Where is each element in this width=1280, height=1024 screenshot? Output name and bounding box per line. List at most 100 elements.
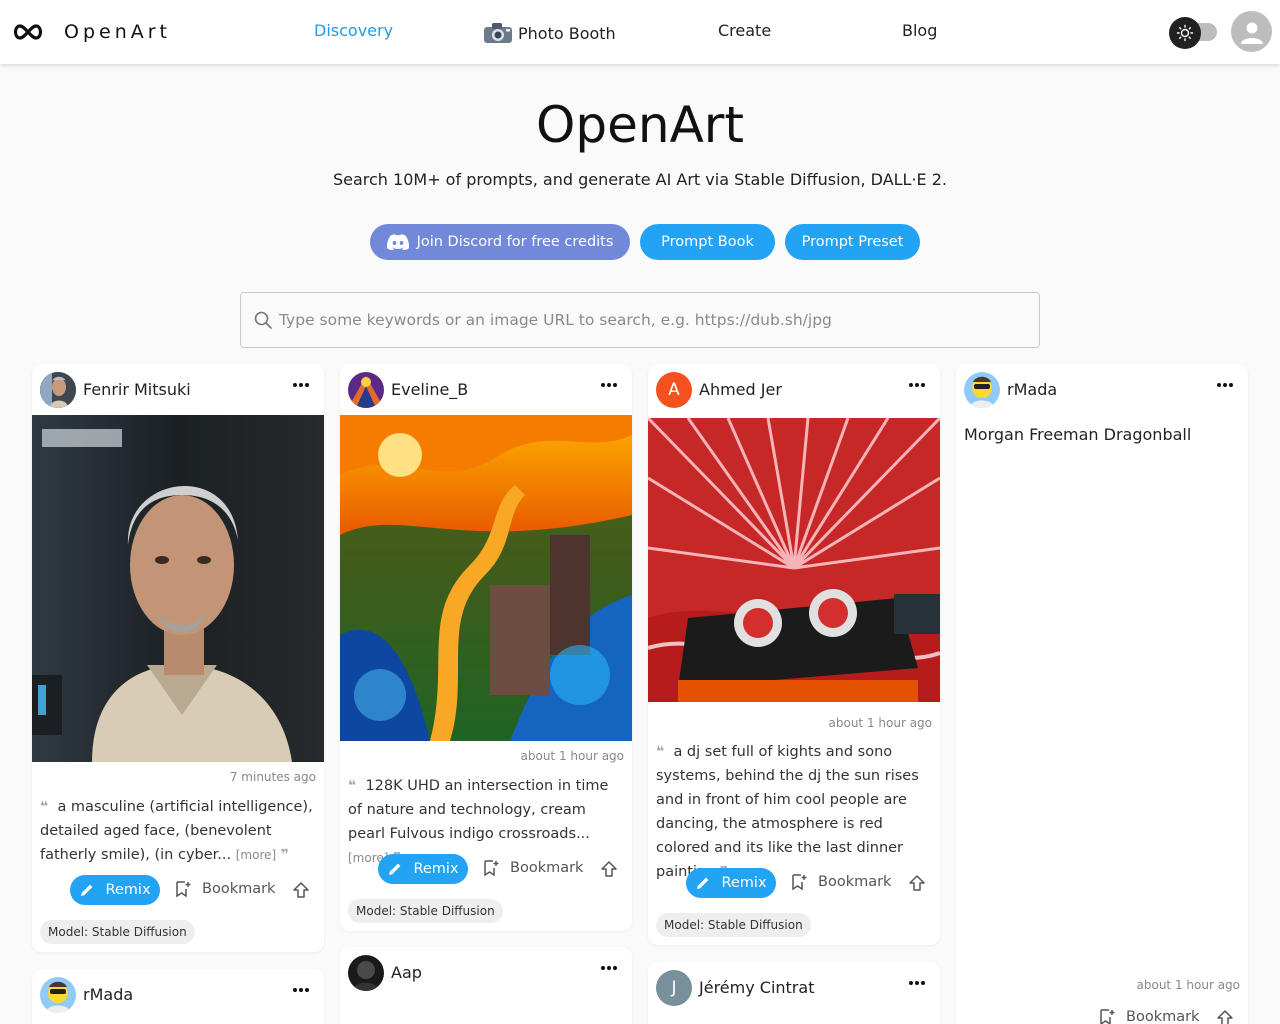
timestamp: about 1 hour ago [828,716,933,730]
model-chip[interactable]: Model: Stable Diffusion [348,899,503,923]
avatar[interactable] [348,955,384,991]
bookmark-add-icon [484,860,499,877]
card-username[interactable]: Fenrir Mitsuki [83,380,191,399]
more-options-icon[interactable] [292,380,310,390]
user-icon [1240,22,1263,44]
nav-photo-booth-label: Photo Booth [518,23,616,43]
search-box[interactable] [240,292,1040,348]
card-username[interactable]: rMada [1007,380,1057,399]
pencil-icon [389,863,401,875]
sun-icon [1176,24,1194,42]
model-chip[interactable]: Model: Stable Diffusion [656,913,811,937]
avatar-image [40,372,76,408]
discord-icon [386,234,409,250]
remix-label: Remix [105,882,151,898]
search-input[interactable] [279,311,1019,329]
remix-label: Remix [721,875,767,891]
generated-image[interactable] [648,418,940,702]
more-options-icon[interactable] [1216,380,1234,390]
nav-discovery[interactable]: Discovery [314,21,393,40]
prompt-text: ❝ a masculine (artificial intelligence),… [40,795,318,867]
more-options-icon[interactable] [908,380,926,390]
camera-icon [484,23,512,43]
avatar[interactable]: J [656,970,692,1006]
pencil-icon [697,877,709,889]
join-discord-label: Join Discord for free credits [416,234,614,250]
prompt-card: J Jérémy Cintrat [648,962,940,1024]
generated-image[interactable] [340,415,632,741]
page-title: OpenArt [536,96,744,154]
bookmark-button[interactable]: Bookmark [482,859,583,877]
share-icon[interactable] [1216,1009,1234,1024]
card-username[interactable]: Jérémy Cintrat [699,978,814,997]
remix-label: Remix [413,861,459,877]
bookmark-label: Bookmark [202,881,276,897]
search-icon [254,311,272,329]
avatar-image [40,977,76,1013]
nav-photo-booth[interactable]: Photo Booth [482,21,616,45]
bookmark-button[interactable]: Bookmark [790,873,891,891]
openart-logo[interactable]: OpenArt [12,18,171,46]
bookmark-add-icon [792,874,807,891]
avatar[interactable] [964,372,1000,408]
generated-image[interactable] [32,415,324,762]
timestamp: about 1 hour ago [520,749,625,763]
prompt-book-button[interactable]: Prompt Book [640,224,775,260]
card-header: Aap [340,947,632,999]
theme-toggle[interactable] [1169,17,1217,49]
prompt-card: Aap [340,947,632,1024]
bookmark-label: Bookmark [510,860,584,876]
bookmark-button[interactable]: Bookmark [1098,1008,1199,1024]
avatar[interactable]: A [656,372,692,408]
prompt-card: rMada Morgan Freeman Dragonball about 1 … [956,364,1248,1024]
nav-blog[interactable]: Blog [902,21,937,40]
account-avatar-button[interactable] [1231,11,1272,52]
page-subtitle: Search 10M+ of prompts, and generate AI … [332,170,948,189]
prompt-title[interactable]: Morgan Freeman Dragonball [964,425,1191,444]
share-icon[interactable] [908,874,926,892]
bookmark-button[interactable]: Bookmark [174,880,275,898]
card-header: Fenrir Mitsuki [32,364,324,416]
model-chip[interactable]: Model: Stable Diffusion [40,920,195,944]
prompt-text-content: 128K UHD an intersection in time of natu… [348,778,609,842]
avatar[interactable] [40,977,76,1013]
card-username[interactable]: Ahmed Jer [699,380,782,399]
logo-text: OpenArt [64,21,172,43]
top-app-bar: OpenArt Discovery Photo Booth Create Blo… [0,0,1280,64]
prompt-card: Fenrir Mitsuki 7 minutes ago ❝ a masculi… [32,364,324,952]
more-options-icon[interactable] [600,380,618,390]
card-username[interactable]: rMada [83,985,133,1004]
timestamp: about 1 hour ago [1136,978,1241,992]
quote-open-icon: ❝ [656,744,665,760]
pencil-icon [81,884,93,896]
card-header: rMada [32,969,324,1021]
remix-button[interactable]: Remix [378,854,468,884]
more-options-icon[interactable] [600,963,618,973]
card-actions: Remix Bookmark [32,873,324,907]
quote-open-icon: ❝ [40,799,49,815]
card-username[interactable]: Eveline_B [391,380,468,399]
avatar[interactable] [40,372,76,408]
prompt-preset-button[interactable]: Prompt Preset [785,224,920,260]
card-actions: Remix Bookmark [648,866,940,900]
timestamp: 7 minutes ago [229,770,316,784]
join-discord-button[interactable]: Join Discord for free credits [370,224,630,260]
prompt-text: ❝ a dj set full of kights and sono syste… [656,740,934,884]
nav-create[interactable]: Create [718,21,771,40]
more-link[interactable]: [more] [236,848,276,862]
bookmark-label: Bookmark [1126,1009,1200,1024]
toggle-knob [1169,17,1201,49]
avatar[interactable] [348,372,384,408]
remix-button[interactable]: Remix [686,868,776,898]
bookmark-label: Bookmark [818,874,892,890]
share-icon[interactable] [292,881,310,899]
prompt-card: Eveline_B about 1 hour ago ❝ 128K UHD an… [340,364,632,931]
card-header: rMada [956,364,1248,416]
quote-close-icon: ❞ [280,847,290,863]
more-options-icon[interactable] [292,985,310,995]
share-icon[interactable] [600,860,618,878]
remix-button[interactable]: Remix [70,875,160,905]
more-options-icon[interactable] [908,978,926,988]
card-username[interactable]: Aap [391,963,422,982]
avatar-image [348,955,384,991]
